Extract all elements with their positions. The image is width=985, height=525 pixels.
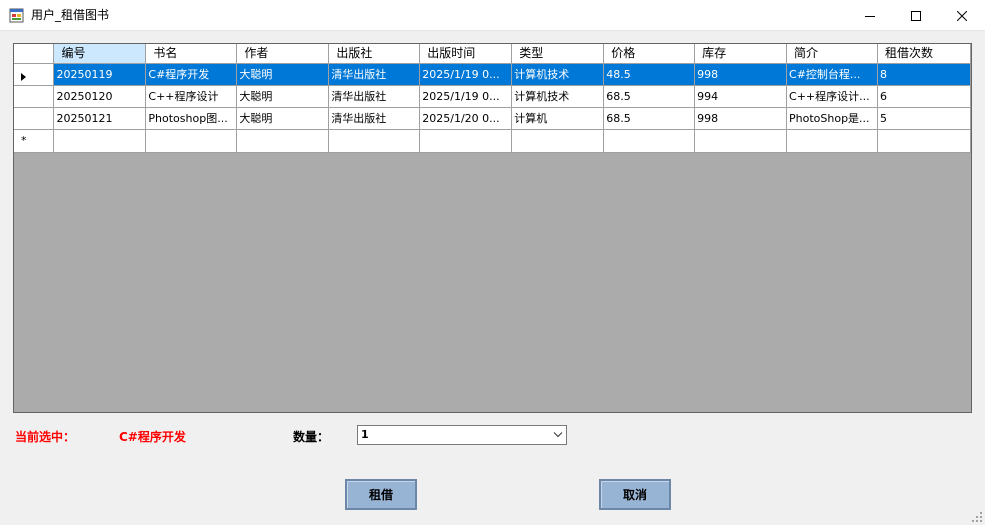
table-cell[interactable]: 6	[877, 85, 971, 108]
table-cell[interactable]: 计算机技术	[511, 85, 605, 108]
form-icon	[9, 8, 24, 23]
cancel-button[interactable]: 取消	[599, 479, 671, 510]
table-cell[interactable]: C#控制台程...	[786, 63, 878, 86]
current-selection-value: C#程序开发	[119, 430, 186, 444]
column-header[interactable]: 作者	[236, 44, 330, 64]
table-cell[interactable]: 计算机技术	[511, 63, 605, 86]
table-cell[interactable]	[877, 129, 971, 153]
table-cell[interactable]	[145, 129, 238, 153]
books-table: 编号 书名 作者 出版社 出版时间 类型 价格 库存 简介 租借次数 20250…	[14, 44, 971, 153]
header-row: 编号 书名 作者 出版社 出版时间 类型 价格 库存 简介 租借次数	[14, 44, 971, 64]
row-header[interactable]: *	[14, 129, 55, 153]
table-cell[interactable]: Photoshop图...	[145, 107, 238, 130]
column-header[interactable]: 出版社	[328, 44, 421, 64]
minimize-button[interactable]	[847, 0, 893, 31]
table-row[interactable]: 20250120 C++程序设计 大聪明 清华出版社 2025/1/19 0..…	[14, 85, 971, 108]
table-cell[interactable]: 大聪明	[236, 63, 330, 86]
current-selection-label: 当前选中：	[15, 430, 76, 444]
column-header[interactable]: 类型	[511, 44, 605, 64]
table-cell[interactable]: PhotoShop是...	[786, 107, 878, 130]
table-cell[interactable]: 68.5	[603, 85, 696, 108]
maximize-button[interactable]	[893, 0, 939, 31]
new-row-marker: *	[21, 133, 27, 147]
current-row-icon	[21, 73, 26, 81]
maximize-icon	[911, 10, 921, 21]
table-cell[interactable]	[328, 129, 421, 153]
new-row[interactable]: *	[14, 129, 971, 153]
table-cell[interactable]: C++程序设计	[145, 85, 238, 108]
quantity-dropdown[interactable]: 1	[357, 425, 567, 445]
table-cell[interactable]	[603, 129, 696, 153]
table-cell[interactable]: 48.5	[603, 63, 696, 86]
column-header[interactable]: 出版时间	[419, 44, 513, 64]
table-cell[interactable]	[53, 129, 147, 153]
table-cell[interactable]	[511, 129, 605, 153]
row-header[interactable]	[14, 107, 55, 130]
table-cell[interactable]: 8	[877, 63, 971, 86]
title-bar: 用户_租借图书	[0, 0, 985, 31]
close-button[interactable]	[939, 0, 985, 31]
table-cell[interactable]: 5	[877, 107, 971, 130]
grid-corner-header[interactable]	[14, 44, 55, 64]
table-cell[interactable]	[786, 129, 878, 153]
column-header[interactable]: 简介	[786, 44, 878, 64]
table-cell[interactable]: 清华出版社	[328, 63, 421, 86]
table-cell[interactable]: 清华出版社	[328, 85, 421, 108]
column-header[interactable]: 编号	[53, 44, 147, 64]
table-cell[interactable]: 2025/1/19 0...	[419, 85, 513, 108]
table-cell[interactable]: 大聪明	[236, 85, 330, 108]
table-cell[interactable]: 2025/1/20 0...	[419, 107, 513, 130]
table-cell[interactable]	[236, 129, 330, 153]
table-cell[interactable]: 2025/1/19 0...	[419, 63, 513, 86]
table-cell[interactable]: 大聪明	[236, 107, 330, 130]
window-title: 用户_租借图书	[31, 8, 110, 22]
resize-grip-icon[interactable]	[972, 512, 982, 522]
quantity-label: 数量：	[293, 430, 330, 444]
column-header[interactable]: 书名	[145, 44, 238, 64]
rent-button[interactable]: 租借	[345, 479, 417, 510]
table-cell[interactable]: 20250119	[53, 63, 147, 86]
books-data-grid[interactable]: 编号 书名 作者 出版社 出版时间 类型 价格 库存 简介 租借次数 20250…	[13, 43, 972, 413]
table-cell[interactable]: 20250120	[53, 85, 147, 108]
row-header[interactable]	[14, 85, 55, 108]
table-cell[interactable]: 68.5	[603, 107, 696, 130]
table-cell[interactable]: C++程序设计...	[786, 85, 878, 108]
column-header[interactable]: 价格	[603, 44, 696, 64]
column-header[interactable]: 租借次数	[877, 44, 971, 64]
column-header[interactable]: 库存	[694, 44, 788, 64]
table-cell[interactable]: 994	[694, 85, 788, 108]
quantity-value: 1	[361, 428, 369, 441]
close-icon	[957, 10, 967, 21]
table-cell[interactable]: 计算机	[511, 107, 605, 130]
table-cell[interactable]	[694, 129, 788, 153]
table-row[interactable]: 20250119 C#程序开发 大聪明 清华出版社 2025/1/19 0...…	[14, 63, 971, 86]
table-cell[interactable]: 清华出版社	[328, 107, 421, 130]
table-cell[interactable]: 20250121	[53, 107, 147, 130]
table-cell[interactable]: 998	[694, 107, 788, 130]
table-cell[interactable]: 998	[694, 63, 788, 86]
table-cell[interactable]: C#程序开发	[145, 63, 238, 86]
minimize-icon	[865, 15, 875, 17]
row-header[interactable]	[14, 63, 55, 86]
table-row[interactable]: 20250121 Photoshop图... 大聪明 清华出版社 2025/1/…	[14, 107, 971, 130]
table-cell[interactable]	[419, 129, 513, 153]
chevron-down-icon	[553, 432, 563, 438]
